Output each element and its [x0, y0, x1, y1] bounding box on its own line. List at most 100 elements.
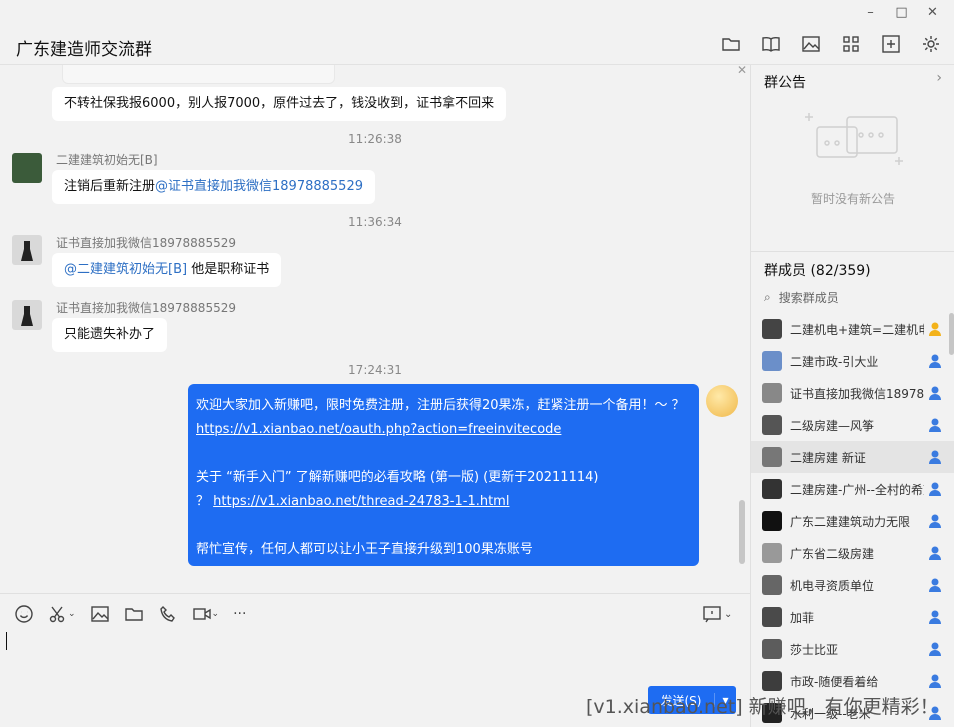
member-badge-icon: [929, 674, 941, 688]
message-bubble[interactable]: @二建建筑初始无[B] 他是职称证书: [52, 253, 282, 287]
member-name: 二建机电+建筑=二建机电: [790, 322, 924, 337]
member-item[interactable]: 证书直接加我微信18978885529: [751, 377, 954, 409]
members-scrollbar[interactable]: [949, 313, 954, 355]
member-name: 二建市政-引大业: [790, 354, 879, 369]
emoji-icon[interactable]: [14, 604, 34, 624]
avatar: [762, 543, 782, 563]
scissors-icon[interactable]: ⌄: [48, 604, 76, 624]
avatar: [762, 447, 782, 467]
apps-grid-icon[interactable]: [840, 34, 862, 54]
timestamp: 11:36:34: [348, 215, 402, 229]
folder-icon[interactable]: [124, 604, 144, 624]
video-icon[interactable]: ⌄: [192, 604, 219, 624]
text-cursor[interactable]: [6, 632, 7, 650]
phone-icon[interactable]: [158, 604, 178, 624]
notice-empty-text: 暂时没有新公告: [810, 192, 895, 206]
title-bar: – □ ✕ 广东建造师交流群: [0, 0, 954, 65]
avatar: [762, 639, 782, 659]
minimize-button[interactable]: –: [855, 2, 886, 22]
member-name: 机电寻资质单位: [790, 578, 875, 593]
member-name: 莎士比亚: [790, 642, 839, 657]
member-item[interactable]: 加菲: [751, 601, 954, 633]
image-icon[interactable]: [800, 34, 822, 54]
member-badge-icon: [929, 514, 941, 528]
history-icon[interactable]: ⌄: [702, 604, 732, 624]
member-badge-icon: [929, 386, 941, 400]
book-icon[interactable]: [760, 34, 782, 54]
member-item[interactable]: 广东二建建筑动力无限: [751, 505, 954, 537]
quoted-reply-preview: [62, 65, 335, 84]
group-title: 广东建造师交流群: [16, 40, 152, 60]
member-badge-icon: [929, 482, 941, 496]
member-item[interactable]: 二建房建-广州--全村的希望: [751, 473, 954, 505]
member-name: 二建房建-广州--全村的希望: [790, 482, 924, 497]
message-text: 帮忙宣传，任何人都可以让小王子直接升级到100果冻账号: [196, 542, 533, 557]
message-bubble[interactable]: 不转社保我报6000，别人报7000，原件过去了，钱没收到，证书拿不回来: [52, 87, 507, 121]
mention-link[interactable]: @二建建筑初始无[B]: [64, 262, 187, 277]
member-badge-icon: [929, 642, 941, 656]
avatar: [762, 575, 782, 595]
sender-name: 证书直接加我微信18978885529: [56, 236, 236, 250]
empty-notice-illustration: [805, 113, 903, 165]
chevron-right-icon[interactable]: ›: [936, 70, 942, 86]
member-name: 市政-随便看着给: [790, 674, 879, 689]
member-item[interactable]: 二级房建—风筝: [751, 409, 954, 441]
search-icon: ⌕: [764, 290, 771, 304]
composer-toolbar: ⌄ ⌄ ···: [14, 604, 246, 624]
member-search[interactable]: ⌕ 搜索群成员: [764, 289, 839, 306]
member-item[interactable]: 机电寻资质单位: [751, 569, 954, 601]
window-controls: – □ ✕: [855, 2, 948, 22]
member-search-placeholder[interactable]: 搜索群成员: [779, 289, 839, 306]
member-item[interactable]: 莎士比亚: [751, 633, 954, 665]
members-title: 群成员 (82/359): [764, 263, 871, 279]
member-name: 广东二建建筑动力无限: [790, 514, 911, 529]
avatar: [762, 415, 782, 435]
mention-link[interactable]: @证书直接加我微信18978885529: [155, 179, 363, 194]
chat-history[interactable]: ✕ 不转社保我报6000，别人报7000，原件过去了，钱没收到，证书拿不回来 1…: [0, 65, 750, 593]
avatar: [762, 607, 782, 627]
member-item[interactable]: 二建房建 新证: [751, 441, 954, 473]
message-bubble[interactable]: 只能遗失补办了: [52, 318, 168, 352]
member-item[interactable]: 二建市政-引大业: [751, 345, 954, 377]
add-square-icon[interactable]: [880, 34, 902, 54]
owner-badge-icon: [929, 322, 941, 336]
member-item[interactable]: 二建机电+建筑=二建机电: [751, 313, 954, 345]
avatar[interactable]: [12, 300, 42, 330]
message-text: ？: [196, 494, 214, 509]
timestamp: 11:26:38: [348, 132, 402, 146]
message-text: 关于 “新手入门” 了解新赚吧的必看攻略 (第一版) (更新于20211114): [196, 470, 599, 485]
close-icon[interactable]: ✕: [737, 65, 747, 77]
thread-link[interactable]: https://v1.xianbao.net/thread-24783-1-1.…: [213, 494, 509, 509]
member-list: 二建机电+建筑=二建机电二建市政-引大业证书直接加我微信18978885529 二…: [751, 313, 954, 727]
avatar: [762, 319, 782, 339]
member-badge-icon: [929, 354, 941, 368]
self-avatar[interactable]: [706, 385, 738, 417]
folder-icon[interactable]: [720, 34, 742, 54]
avatar: [762, 383, 782, 403]
timestamp: 17:24:31: [348, 363, 402, 377]
member-badge-icon: [929, 450, 941, 464]
avatar: [762, 671, 782, 691]
maximize-button[interactable]: □: [886, 2, 917, 22]
avatar[interactable]: [12, 153, 42, 183]
member-name: 二建房建 新证: [790, 450, 866, 465]
chat-scrollbar[interactable]: [739, 500, 745, 564]
avatar[interactable]: [12, 235, 42, 265]
avatar: [762, 351, 782, 371]
silhouette-icon: [21, 241, 33, 261]
self-message-bubble[interactable]: 欢迎大家加入新赚吧，限时免费注册，注册后获得20果冻，赶紧注册一个备用！～ ？ …: [188, 384, 699, 566]
member-item[interactable]: 广东省二级房建: [751, 537, 954, 569]
chat-toolbar: [720, 34, 942, 54]
invite-link[interactable]: https://v1.xianbao.net/oauth.php?action=…: [196, 422, 561, 437]
member-badge-icon: [929, 578, 941, 592]
message-bubble[interactable]: 注销后重新注册@证书直接加我微信18978885529: [52, 170, 375, 204]
member-name: 证书直接加我微信18978885529: [790, 386, 924, 401]
gear-icon[interactable]: [920, 34, 942, 54]
image-icon[interactable]: [90, 604, 110, 624]
close-window-button[interactable]: ✕: [917, 2, 948, 22]
member-badge-icon: [929, 418, 941, 432]
watermark-text: [v1.xianbao.net] 新赚吧，有你更精彩！: [586, 696, 939, 718]
member-badge-icon: [929, 546, 941, 560]
more-icon[interactable]: ···: [233, 604, 246, 624]
message-text: 注销后重新注册: [64, 179, 156, 194]
